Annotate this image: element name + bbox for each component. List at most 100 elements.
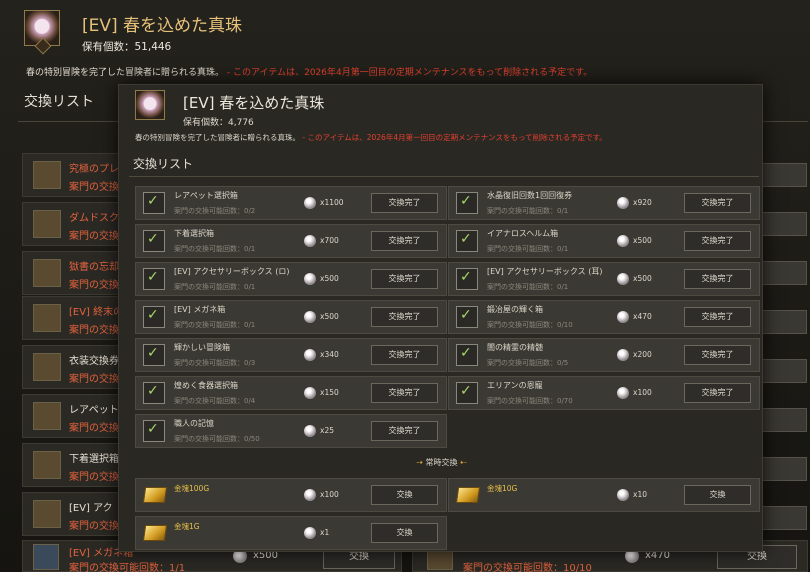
pearl-icon: [304, 235, 316, 247]
list-item[interactable]: レアペット 案門の交換: [22, 394, 132, 438]
exchange-button[interactable]: 交換: [371, 523, 438, 543]
side-button[interactable]: [762, 408, 807, 432]
completed-check-icon: [143, 306, 165, 328]
item-name: [EV] 終末の: [69, 307, 124, 318]
pearl-icon: [617, 197, 629, 209]
cost: x25: [320, 426, 334, 435]
list-item[interactable]: 究極のプレ 案門の交換: [22, 153, 132, 197]
item-name: 金塊10G: [487, 484, 518, 493]
item-name: [EV] アクセサリーボックス (ロ): [174, 267, 290, 276]
list-item[interactable]: ダムドスク 案門の交換: [22, 202, 132, 246]
list-item[interactable]: [EV] アク 案門の交換: [22, 492, 132, 536]
owned-count: 保有個数：51,446: [82, 41, 172, 53]
exchange-item: 下着選択箱 案門の交換可能回数：0/1 x700 交換完了: [135, 224, 447, 258]
exchange-complete-button[interactable]: 交換完了: [371, 269, 438, 289]
pearl-icon: [617, 235, 629, 247]
exchange-complete-button[interactable]: 交換完了: [371, 307, 438, 327]
exchange-complete-button[interactable]: 交換完了: [371, 421, 438, 441]
item-name: 究極のプレ: [69, 164, 119, 175]
item-name: 下着選択箱: [69, 454, 119, 465]
list-item[interactable]: [EV] 終末の 案門の交換: [22, 296, 132, 340]
exchange-complete-button[interactable]: 交換完了: [371, 231, 438, 251]
pearl-icon: [617, 387, 629, 399]
pearl-icon: [617, 273, 629, 285]
completed-check-icon: [143, 268, 165, 290]
exchange-button[interactable]: 交換: [684, 485, 751, 505]
page-title: [EV] 春を込めた真珠: [82, 16, 243, 36]
exchange-item: [EV] メガネ箱 案門の交換可能回数：0/1 x500 交換完了: [135, 300, 447, 334]
cost: x150: [320, 388, 339, 397]
item-limit: 案門の交換可能回数：0/2: [174, 207, 256, 215]
item-sub: 案門の交換: [69, 472, 119, 483]
exchange-item: レアペット選択箱 案門の交換可能回数：0/2 x1100 交換完了: [135, 186, 447, 220]
description-text: 春の特別冒険を完了した冒険者に贈られる真珠。: [26, 68, 225, 78]
exchange-complete-button[interactable]: 交換完了: [684, 383, 751, 403]
item-icon: [33, 161, 61, 189]
item-description: 春の特別冒険を完了した冒険者に贈られる真珠。 - このアイテムは、2026年4月…: [135, 132, 607, 143]
item-name: イアナロスヘルム箱: [487, 229, 559, 238]
item-name: [EV] アクセサリーボックス (耳): [487, 267, 603, 276]
item-sub: 案門の交換: [69, 182, 119, 193]
gold-bar-icon: [142, 487, 168, 503]
exchange-popup: [EV] 春を込めた真珠 保有個数：4,776 春の特別冒険を完了した冒険者に贈…: [118, 84, 763, 552]
exchange-complete-button[interactable]: 交換完了: [684, 231, 751, 251]
item-limit: 案門の交換可能回数：0/10: [487, 321, 573, 329]
side-button[interactable]: [762, 163, 807, 187]
exchange-complete-button[interactable]: 交換完了: [684, 307, 751, 327]
exchange-complete-button[interactable]: 交換完了: [371, 383, 438, 403]
item-icon: [33, 451, 61, 479]
exchange-complete-button[interactable]: 交換完了: [371, 345, 438, 365]
item-limit: 案門の交換可能回数：0/5: [487, 359, 569, 367]
gold-exchange-item: 金塊10G x10 交換: [448, 478, 760, 512]
deletion-warning: - このアイテムは、2026年4月第一回目の定期メンテナンスをもって削除される予…: [302, 133, 607, 142]
item-icon: [33, 259, 61, 287]
exchange-item: 鍛冶屋の輝く箱 案門の交換可能回数：0/10 x470 交換完了: [448, 300, 760, 334]
item-limit: 案門の交換可能回数：0/1: [174, 245, 256, 253]
item-name: 鍛冶屋の輝く箱: [487, 305, 543, 314]
item-sub: 案門の交換: [69, 325, 119, 336]
gold-bar-icon: [455, 487, 481, 503]
item-sub: 案門の交換可能回数：1/1: [69, 563, 186, 572]
pearl-icon: [617, 489, 629, 501]
exchange-complete-button[interactable]: 交換完了: [371, 193, 438, 213]
completed-check-icon: [143, 344, 165, 366]
pearl-icon: [304, 197, 316, 209]
item-limit: 案門の交換可能回数：0/1: [174, 283, 256, 291]
exchange-button[interactable]: 交換: [371, 485, 438, 505]
permanent-exchange-divider: ⇢ 常時交換 ⇠: [119, 457, 764, 468]
list-item[interactable]: 獄書の忘却 案門の交換: [22, 251, 132, 295]
side-button[interactable]: [762, 261, 807, 285]
exchange-complete-button[interactable]: 交換完了: [684, 193, 751, 213]
side-button[interactable]: [762, 310, 807, 334]
item-description: 春の特別冒険を完了した冒険者に贈られる真珠。 - このアイテムは、2026年4月…: [26, 65, 592, 78]
completed-check-icon: [456, 344, 478, 366]
item-sub: 案門の交換可能回数：10/10: [463, 563, 592, 572]
side-button[interactable]: [762, 506, 807, 530]
arrow-right-icon: ⇢: [416, 458, 423, 467]
item-sub: 案門の交換: [69, 521, 119, 532]
side-button[interactable]: [762, 359, 807, 383]
cost: x100: [320, 490, 339, 499]
item-icon: [33, 210, 61, 238]
permanent-exchange-label: 常時交換: [425, 458, 458, 467]
side-button[interactable]: [762, 212, 807, 236]
list-item[interactable]: 下着選択箱 案門の交換: [22, 443, 132, 487]
item-name: 煌めく食器選択箱: [174, 381, 238, 390]
deletion-warning: - このアイテムは、2026年4月第一回目の定期メンテナンスをもって削除される予…: [226, 68, 593, 78]
list-item[interactable]: 衣装交換券 案門の交換: [22, 345, 132, 389]
side-button[interactable]: [762, 457, 807, 481]
exchange-complete-button[interactable]: 交換完了: [684, 345, 751, 365]
divider: [129, 176, 759, 177]
pearl-icon: [617, 311, 629, 323]
item-limit: 案門の交換可能回数：0/1: [174, 321, 256, 329]
gold-bar-icon: [142, 525, 168, 541]
gold-exchange-item: 金塊100G x100 交換: [135, 478, 447, 512]
cost: x500: [320, 274, 339, 283]
pearl-item-icon: [24, 10, 60, 46]
item-icon: [33, 304, 61, 332]
owned-count: 保有個数：4,776: [183, 118, 254, 128]
completed-check-icon: [456, 192, 478, 214]
pearl-icon: [617, 349, 629, 361]
cost: x920: [633, 198, 652, 207]
exchange-complete-button[interactable]: 交換完了: [684, 269, 751, 289]
